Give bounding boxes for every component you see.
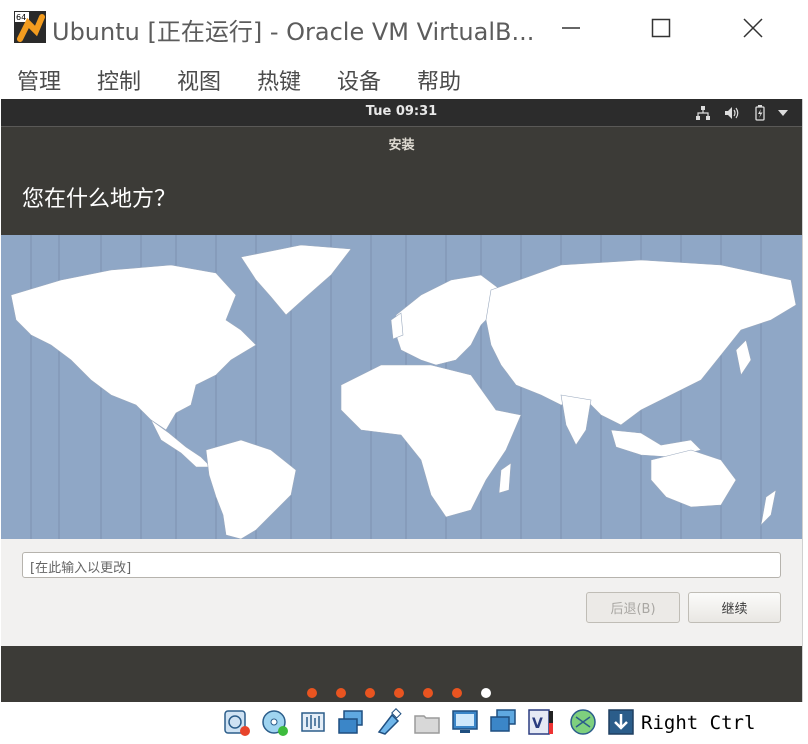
menu-view[interactable]: 视图 [177, 64, 221, 96]
menu-devices[interactable]: 设备 [337, 64, 381, 96]
optical-drive-icon[interactable] [260, 707, 290, 737]
maximize-icon [651, 18, 671, 38]
timezone-map[interactable] [1, 235, 802, 539]
vm-statusbar: V Right Ctrl [0, 702, 808, 744]
svg-text:V: V [532, 716, 543, 732]
installer-window: 安装 您在什么地方？ [在此输入以更改] 后退(B) 继续 [1, 126, 802, 646]
svg-text:64: 64 [16, 13, 26, 22]
maximize-button[interactable] [638, 8, 684, 48]
question-band: 您在什么地方？ [1, 156, 802, 235]
progress-dot [365, 688, 375, 698]
timezone-input[interactable]: [在此输入以更改] [22, 552, 781, 578]
installer-title: 安装 [388, 138, 415, 153]
hard-disk-icon[interactable] [222, 707, 252, 737]
menubar: 管理 控制 视图 热键 设备 帮助 [0, 56, 808, 98]
network-adapter-icon[interactable] [336, 707, 366, 737]
network-icon[interactable] [695, 105, 711, 121]
vt-x-icon[interactable]: V [526, 707, 556, 737]
menu-manage[interactable]: 管理 [17, 64, 61, 96]
shared-folder-icon[interactable] [412, 707, 442, 737]
screen-capture-icon[interactable] [488, 707, 518, 737]
volume-icon[interactable] [723, 105, 741, 121]
continue-button[interactable]: 继续 [688, 592, 781, 623]
audio-icon[interactable] [298, 707, 328, 737]
host-key-icon[interactable] [606, 707, 636, 737]
menu-control[interactable]: 控制 [97, 64, 141, 96]
mouse-integration-icon[interactable] [568, 707, 598, 737]
progress-dot-current [481, 688, 491, 698]
menu-hotkey[interactable]: 热键 [257, 64, 301, 96]
close-icon [743, 18, 763, 38]
window-titlebar: 64 Ubuntu [正在运行] - Oracle VM VirtualB... [0, 0, 808, 56]
window-title: Ubuntu [正在运行] - Oracle VM VirtualB... [52, 18, 532, 46]
display-icon[interactable] [450, 707, 480, 737]
system-menu-arrow-icon[interactable] [776, 105, 790, 121]
menu-help[interactable]: 帮助 [417, 64, 461, 96]
progress-dot [336, 688, 346, 698]
battery-icon[interactable] [753, 105, 767, 121]
host-key-label: Right Ctrl [641, 712, 756, 734]
installer-header: 安装 [1, 126, 802, 156]
window-edge [802, 99, 803, 702]
install-progress-dots [307, 688, 491, 698]
guest-screen[interactable]: Tue 09:31 安装 您在什么地方？ [在此输入以更改] 后退(B) 继续 [1, 99, 802, 702]
ubuntu-top-bar: Tue 09:31 [1, 99, 802, 126]
minimize-button[interactable] [548, 8, 594, 48]
page-title: 您在什么地方？ [22, 187, 177, 212]
progress-dot [423, 688, 433, 698]
virtualbox-icon: 64 [14, 11, 46, 43]
clock[interactable]: Tue 09:31 [1, 104, 802, 119]
progress-dot [452, 688, 462, 698]
usb-icon[interactable] [374, 707, 404, 737]
progress-dot [307, 688, 317, 698]
progress-dot [394, 688, 404, 698]
minimize-icon [562, 27, 580, 29]
back-button[interactable]: 后退(B) [586, 592, 680, 623]
close-button[interactable] [730, 8, 776, 48]
